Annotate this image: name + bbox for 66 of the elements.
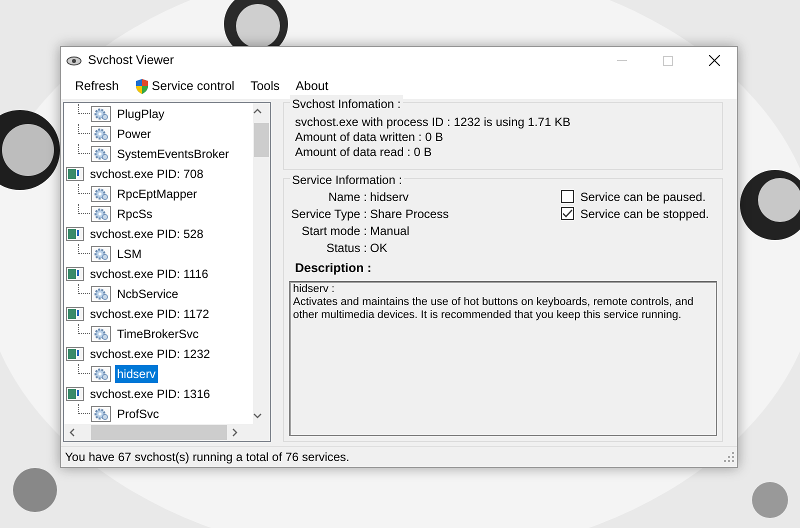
- tree-item[interactable]: svchost.exe PID: 708: [88, 165, 206, 183]
- maximize-icon: [663, 56, 673, 66]
- gear-icon: [91, 126, 111, 142]
- window-icon: [66, 307, 84, 321]
- field-value: Share Process: [370, 206, 449, 222]
- tree-item[interactable]: svchost.exe PID: 528: [88, 225, 206, 243]
- info-line: Amount of data written : 0 B: [295, 130, 444, 145]
- window-icon: [66, 387, 84, 401]
- window-icon: [66, 227, 84, 241]
- vertical-scrollbar[interactable]: [253, 103, 270, 424]
- tree-item[interactable]: ProfSvc: [115, 405, 162, 423]
- window-icon: [66, 267, 84, 281]
- tree-item[interactable]: NcbService: [115, 285, 180, 303]
- window-icon: [66, 347, 84, 361]
- minimize-icon: [617, 60, 627, 61]
- checkbox[interactable]: [561, 207, 574, 220]
- field-label: Service Type :: [290, 206, 367, 222]
- shield-icon: [134, 79, 149, 94]
- tree-item[interactable]: LSM: [115, 245, 144, 263]
- checkbox[interactable]: [561, 190, 574, 203]
- gear-icon: [91, 286, 111, 302]
- status-text: You have 67 svchost(s) running a total of 76 services.: [65, 449, 350, 466]
- menu-item[interactable]: Tools: [242, 75, 288, 98]
- tree-item[interactable]: hidserv: [115, 365, 158, 383]
- description-label: Description :: [295, 260, 372, 277]
- resize-grip-icon[interactable]: [724, 452, 734, 462]
- tree-item[interactable]: svchost.exe PID: 1232: [88, 345, 212, 363]
- window-icon: [66, 167, 84, 181]
- tree-item[interactable]: svchost.exe PID: 1316: [88, 385, 212, 403]
- app-icon: [66, 54, 82, 66]
- gear-icon: [91, 206, 111, 222]
- gear-icon: [91, 406, 111, 422]
- menu-item[interactable]: About: [288, 75, 336, 98]
- horizontal-scrollbar[interactable]: [64, 424, 270, 441]
- field-value: hidserv: [370, 188, 409, 206]
- tree-item[interactable]: svchost.exe PID: 1172: [88, 305, 212, 323]
- field-value: Manual: [370, 222, 410, 240]
- info-line: svchost.exe with process ID : 1232 is using 1.71 KB: [295, 115, 572, 130]
- checkbox-label: Service can be paused.: [580, 188, 706, 206]
- tree-item[interactable]: RpcEptMapper: [115, 185, 200, 203]
- close-icon: [708, 55, 720, 66]
- tree-item[interactable]: TimeBrokerSvc: [115, 325, 201, 343]
- scrollbar-thumb[interactable]: [254, 123, 269, 157]
- gear-icon: [91, 366, 111, 382]
- scrollbar-thumb[interactable]: [90, 425, 227, 440]
- window-title: Svchost Viewer: [88, 52, 175, 70]
- info-line: Amount of data read : 0 B: [295, 145, 433, 160]
- menu-item[interactable]: Service control: [126, 75, 242, 98]
- checkbox-label: Service can be stopped.: [580, 206, 709, 222]
- field-label: Start mode :: [300, 222, 367, 240]
- tree-item[interactable]: PlugPlay: [115, 105, 166, 123]
- menu-item[interactable]: Refresh: [67, 75, 127, 98]
- field-label: Status :: [325, 240, 367, 256]
- gear-icon: [91, 246, 111, 262]
- field-value: OK: [370, 240, 388, 256]
- gear-icon: [91, 106, 111, 122]
- tree-item[interactable]: RpcSs: [115, 205, 154, 223]
- tree-item[interactable]: SystemEventsBroker: [115, 145, 232, 163]
- gear-icon: [91, 186, 111, 202]
- description-text: Activates and maintains the use of hot buttons on keyboards, remote controls, and other multimedia devices. It is recommended that you keep this service running.: [293, 296, 695, 322]
- gear-icon: [91, 146, 111, 162]
- tree-item[interactable]: Power: [115, 125, 154, 143]
- tree-item[interactable]: svchost.exe PID: 1116: [88, 265, 210, 283]
- description-text: hidserv :: [293, 282, 336, 296]
- gear-icon: [91, 326, 111, 342]
- field-label: Name :: [327, 188, 367, 206]
